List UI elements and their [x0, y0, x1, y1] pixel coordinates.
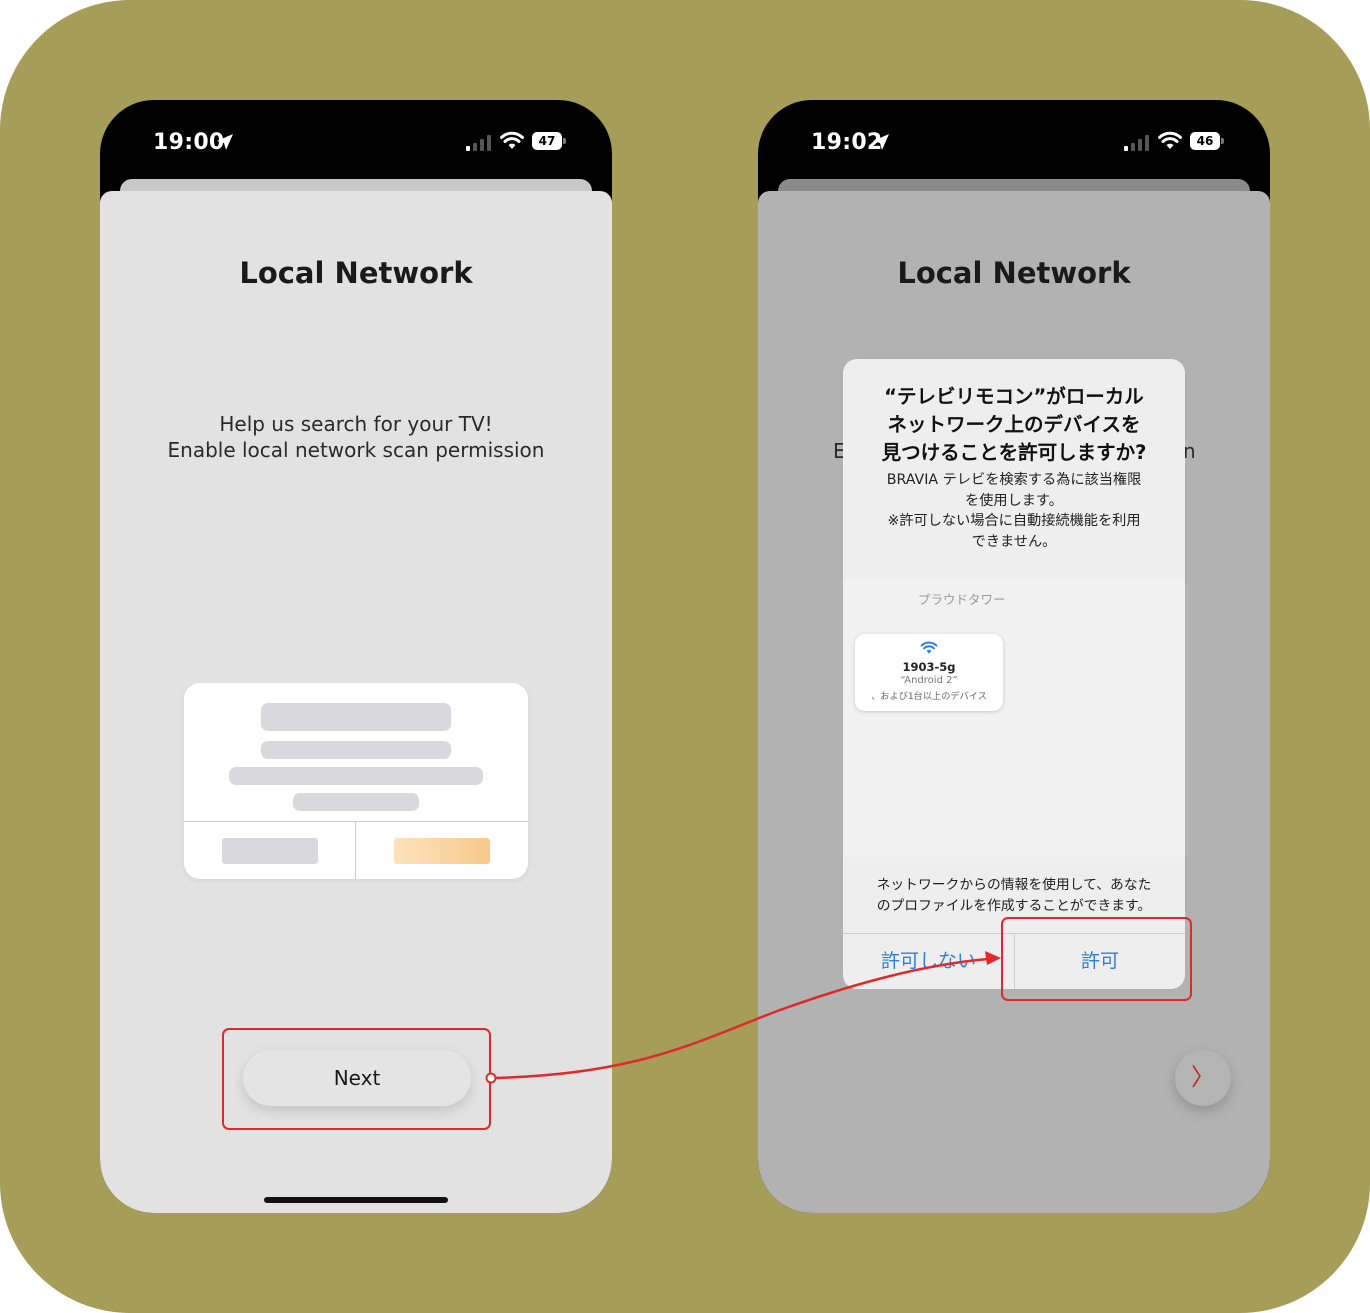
- help-line-1: Help us search for your TV!: [219, 412, 493, 436]
- alert-title: “テレビリモコン”がローカル ネットワーク上のデバイスを 見つけることを許可しま…: [843, 383, 1185, 467]
- alert-message-line-4: できません。: [971, 533, 1057, 550]
- page-title: Local Network: [239, 256, 473, 290]
- network-card: 1903-5g “Android 2” 、および1台以上のデバイス: [855, 634, 1003, 711]
- battery-icon: 46: [1190, 132, 1224, 150]
- wifi-icon: [1158, 131, 1182, 149]
- wifi-icon: [920, 641, 938, 654]
- deny-button[interactable]: 許可しない: [843, 934, 1014, 989]
- alert-footer-line-2: のプロファイルを作成することができます。: [876, 897, 1152, 914]
- network-group-label: プラウドタワー: [918, 592, 1006, 607]
- permission-dialog-illustration: [184, 683, 528, 879]
- cellular-signal-icon: [466, 135, 491, 151]
- location-arrow-icon: [873, 134, 889, 150]
- network-more-devices: 、および1台以上のデバイス: [871, 691, 987, 702]
- battery-level: 46: [1190, 132, 1220, 150]
- battery-level: 47: [532, 132, 562, 150]
- alert-title-line-3: 見つけることを許可しますか?: [881, 441, 1147, 464]
- network-name: 1903-5g: [902, 660, 956, 674]
- alert-message-line-1: BRAVIA テレビを検索する為に該当権限: [886, 472, 1142, 488]
- status-bar: 19:00 47: [100, 100, 612, 180]
- page-title: Local Network: [897, 256, 1131, 290]
- next-button-highlight: [222, 1028, 491, 1130]
- chevron-right-icon[interactable]: 〉: [1175, 1050, 1231, 1106]
- alert-message-line-2: を使用します。: [965, 492, 1063, 509]
- alert-message: BRAVIA テレビを検索する為に該当権限 を使用します。 ※許可しない場合に自…: [843, 470, 1185, 552]
- help-text: Help us search for your TV! Enable local…: [100, 411, 612, 463]
- help-line-2: Enable local network scan permission: [167, 438, 545, 462]
- battery-icon: 47: [532, 132, 566, 150]
- wifi-icon: [500, 131, 524, 149]
- status-time: 19:00: [153, 130, 225, 155]
- home-indicator: [264, 1197, 448, 1203]
- local-network-permission-alert: “テレビリモコン”がローカル ネットワーク上のデバイスを 見つけることを許可しま…: [843, 359, 1185, 989]
- location-arrow-icon: [217, 134, 233, 150]
- cellular-signal-icon: [1124, 135, 1149, 151]
- network-device: “Android 2”: [900, 675, 958, 686]
- alert-title-line-1: “テレビリモコン”がローカル: [884, 385, 1144, 408]
- alert-footer-line-1: ネットワークからの情報を使用して、あなた: [876, 877, 1152, 893]
- allow-button-highlight: [1001, 917, 1192, 1001]
- alert-message-line-3: ※許可しない場合に自動接続機能を利用: [887, 513, 1141, 529]
- alert-footer-text: ネットワークからの情報を使用して、あなた のプロファイルを作成することができます…: [843, 875, 1185, 916]
- status-bar: 19:02 46: [758, 100, 1270, 180]
- network-preview-area: プラウドタワー 1903-5g “Android 2” 、および1台以上のデバイ…: [843, 579, 1185, 857]
- background-canvas: 19:00 47 Local Network Help us search fo…: [0, 0, 1370, 1313]
- alert-title-line-2: ネットワーク上のデバイスを: [887, 413, 1141, 436]
